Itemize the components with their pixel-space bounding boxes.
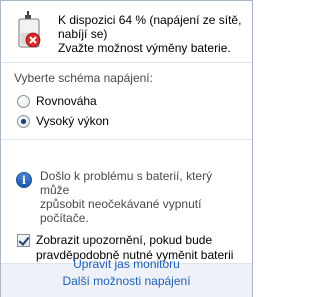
power-plan-option-balanced[interactable]: Rovnováha <box>17 93 97 109</box>
more-power-options-link[interactable]: Další možnosti napájení <box>1 274 252 288</box>
battery-status-text: K dispozici 64 % (napájení ze sítě, nabí… <box>58 13 248 55</box>
notify-label-line-1: Zobrazit upozornění, pokud bude <box>36 233 213 247</box>
charging-state-line: nabíjí se) <box>58 27 108 41</box>
battery-percentage-line: K dispozici 64 % (napájení ze sítě, <box>58 13 242 27</box>
battery-warning-icon <box>18 11 41 48</box>
power-plan-option-high-performance[interactable]: Vysoký výkon <box>17 113 109 129</box>
battery-status-header: K dispozici 64 % (napájení ze sítě, nabí… <box>1 1 252 62</box>
battery-popup: K dispozici 64 % (napájení ze sítě, nabí… <box>0 0 253 297</box>
battery-problem-warning: Došlo k problému s baterií, který může z… <box>40 169 240 225</box>
warning-line-2: způsobit neočekávané vypnutí <box>40 197 202 211</box>
radio-label: Rovnováha <box>36 94 97 108</box>
radio-label: Vysoký výkon <box>36 114 109 128</box>
radio-button[interactable] <box>17 94 30 108</box>
divider <box>1 62 252 63</box>
warning-line-1: Došlo k problému s baterií, který může <box>40 169 213 197</box>
radio-button-selected[interactable] <box>17 114 30 128</box>
adjust-brightness-link[interactable]: Upravit jas monitoru <box>1 257 252 271</box>
power-plan-title: Vyberte schéma napájení: <box>14 71 153 85</box>
divider <box>1 139 252 140</box>
notify-checkbox[interactable] <box>17 234 30 247</box>
warning-line-3: počítače. <box>40 211 89 225</box>
replace-battery-advice: Zvažte možnost výměny baterie. <box>58 41 231 55</box>
info-icon: i <box>16 172 32 188</box>
